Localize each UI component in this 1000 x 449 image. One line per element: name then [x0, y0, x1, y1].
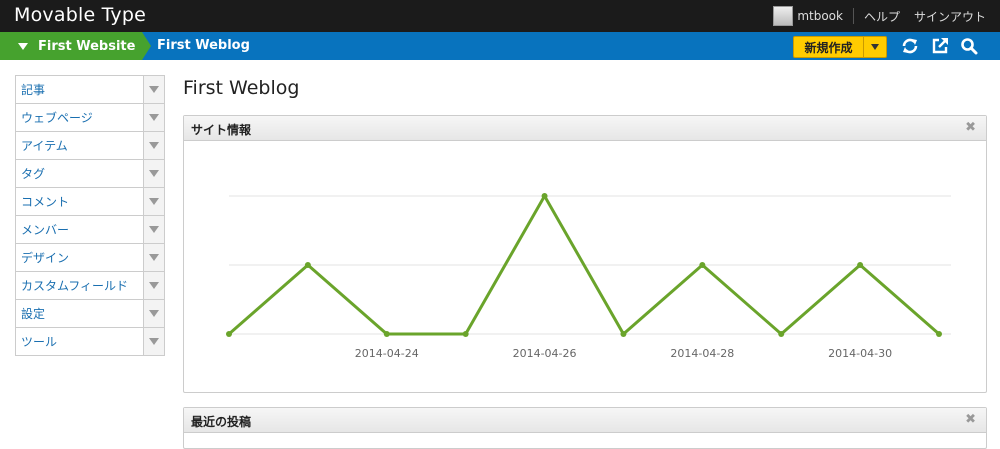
- sidebar-item[interactable]: カスタムフィールド: [15, 271, 165, 299]
- caret-down-icon: [18, 42, 28, 50]
- sidebar-item-label[interactable]: 設定: [16, 300, 143, 327]
- sidebar-item-label[interactable]: アイテム: [16, 132, 143, 159]
- sidebar-item[interactable]: アイテム: [15, 131, 165, 159]
- close-icon[interactable]: ✖: [965, 120, 976, 135]
- sidebar-menu: 記事 ウェブページ アイテム タグ コメント メンバー デザイン カスタムフィールド 設定 ツール: [15, 75, 165, 356]
- sidebar-item-expand[interactable]: [143, 132, 164, 159]
- widget-header: サイト情報 ✖: [184, 116, 986, 141]
- external-link-icon[interactable]: [931, 37, 949, 55]
- data-point: [936, 331, 942, 337]
- chevron-down-icon: [149, 142, 159, 149]
- chevron-down-icon: [149, 338, 159, 345]
- sidebar-item-expand[interactable]: [143, 328, 164, 355]
- sidebar-item[interactable]: 設定: [15, 299, 165, 327]
- nav-bar: First Website First Weblog 新規作成: [0, 32, 1000, 60]
- x-tick-label: 2014-04-24: [355, 347, 419, 360]
- data-point: [383, 331, 390, 337]
- sidebar-item-label[interactable]: タグ: [16, 160, 143, 187]
- breadcrumb-site[interactable]: First Website: [0, 32, 142, 60]
- breadcrumb-arrow: [142, 32, 151, 60]
- x-tick-label: 2014-04-26: [513, 347, 577, 360]
- chevron-down-icon: [149, 170, 159, 177]
- sidebar-item-expand[interactable]: [143, 104, 164, 131]
- sidebar-item-label[interactable]: デザイン: [16, 244, 143, 271]
- help-link[interactable]: ヘルプ: [864, 8, 900, 25]
- sidebar-item-label[interactable]: 記事: [16, 76, 143, 103]
- breadcrumb-blog[interactable]: First Weblog: [157, 32, 250, 60]
- sidebar-item[interactable]: ツール: [15, 327, 165, 356]
- sidebar-item-label[interactable]: カスタムフィールド: [16, 272, 143, 299]
- x-tick-label: 2014-04-28: [670, 347, 734, 360]
- sidebar-item-expand[interactable]: [143, 160, 164, 187]
- chevron-down-icon: [149, 282, 159, 289]
- data-point: [620, 331, 627, 337]
- avatar[interactable]: [773, 6, 794, 26]
- search-icon[interactable]: [960, 37, 978, 55]
- divider: [852, 8, 854, 24]
- sidebar-item[interactable]: デザイン: [15, 243, 165, 271]
- chevron-down-icon: [149, 114, 159, 121]
- close-icon[interactable]: ✖: [965, 412, 976, 427]
- sidebar-item[interactable]: 記事: [15, 75, 165, 103]
- sidebar-item[interactable]: ウェブページ: [15, 103, 165, 131]
- new-dropdown-toggle[interactable]: [864, 37, 886, 57]
- breadcrumb-site-label: First Website: [38, 38, 136, 54]
- user-name-link[interactable]: mtbook: [797, 9, 843, 23]
- sidebar-item-expand[interactable]: [143, 216, 164, 243]
- new-button[interactable]: 新規作成: [793, 36, 887, 58]
- sidebar-item-label[interactable]: ウェブページ: [16, 104, 143, 131]
- chevron-down-icon: [149, 226, 159, 233]
- data-point: [462, 331, 469, 337]
- user-nav: mtbook ヘルプ サインアウト: [773, 0, 986, 32]
- sidebar-item-expand[interactable]: [143, 272, 164, 299]
- chevron-down-icon: [149, 310, 159, 317]
- top-bar: Movable Type mtbook ヘルプ サインアウト: [0, 0, 1000, 32]
- site-info-widget: サイト情報 ✖ 2014-04-24 2014-04-26 2014-04-28 20…: [183, 115, 987, 393]
- data-point: [226, 331, 232, 337]
- sidebar-item-expand[interactable]: [143, 300, 164, 327]
- app-logo[interactable]: Movable Type: [14, 4, 146, 26]
- chevron-down-icon: [149, 198, 159, 205]
- sidebar-item-label[interactable]: メンバー: [16, 216, 143, 243]
- sidebar-item-label[interactable]: コメント: [16, 188, 143, 215]
- data-point: [699, 262, 706, 268]
- sidebar-item-expand[interactable]: [143, 76, 164, 103]
- activity-line-chart: 2014-04-24 2014-04-26 2014-04-28 2014-04-30: [226, 192, 951, 360]
- page-title: First Weblog: [183, 77, 300, 99]
- sidebar-item-expand[interactable]: [143, 244, 164, 271]
- chevron-down-icon: [149, 254, 159, 261]
- chevron-down-icon: [871, 44, 879, 50]
- data-point: [304, 262, 311, 268]
- sidebar-item-expand[interactable]: [143, 188, 164, 215]
- widget-header: 最近の投稿 ✖: [184, 408, 986, 433]
- signout-link[interactable]: サインアウト: [914, 8, 986, 25]
- refresh-icon[interactable]: [901, 37, 919, 55]
- data-point: [541, 193, 548, 199]
- data-point: [857, 262, 864, 268]
- data-point: [778, 331, 785, 337]
- sidebar-item[interactable]: メンバー: [15, 215, 165, 243]
- widget-title: サイト情報: [191, 123, 252, 137]
- sidebar-item[interactable]: コメント: [15, 187, 165, 215]
- sidebar-item-label[interactable]: ツール: [16, 328, 143, 355]
- x-tick-label: 2014-04-30: [828, 347, 892, 360]
- sidebar-item[interactable]: タグ: [15, 159, 165, 187]
- recent-posts-widget: 最近の投稿 ✖: [183, 407, 987, 449]
- chevron-down-icon: [149, 86, 159, 93]
- new-button-label[interactable]: 新規作成: [794, 37, 864, 57]
